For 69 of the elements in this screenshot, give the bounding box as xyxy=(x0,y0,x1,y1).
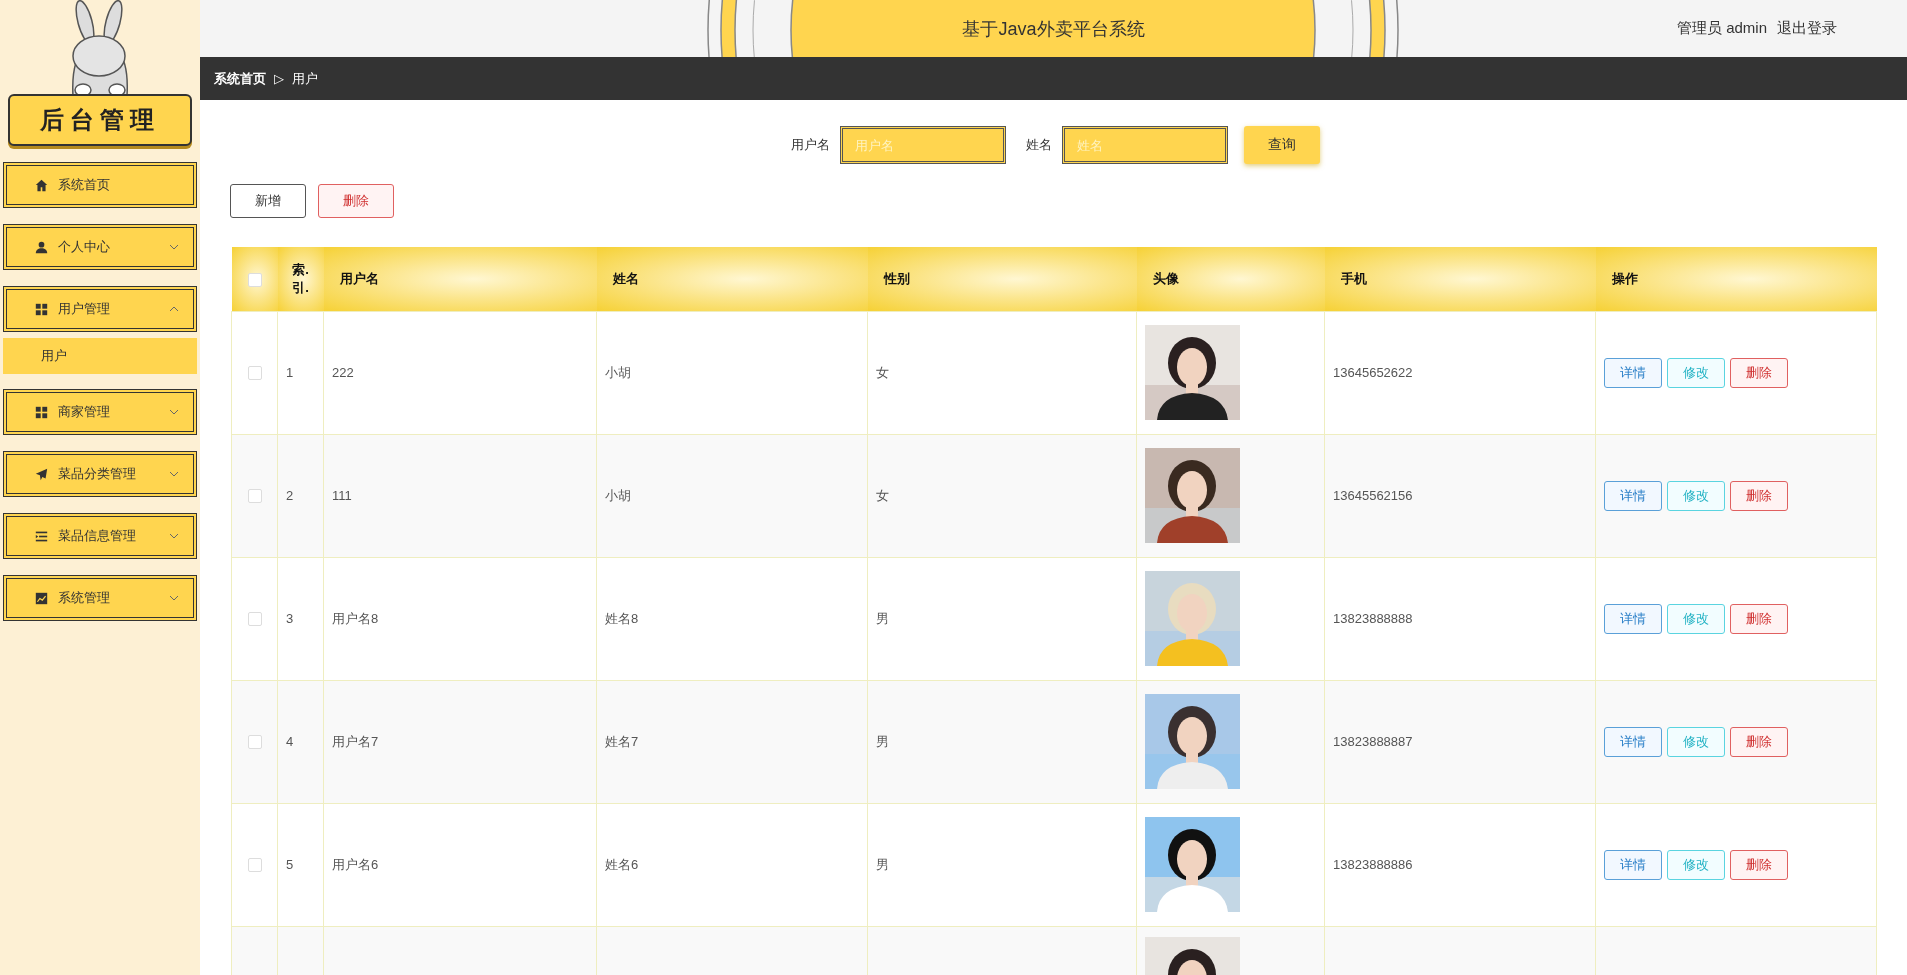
table-cell: 男 xyxy=(876,610,889,626)
table-cell: 13645652622 xyxy=(1333,365,1413,380)
logo-sign: 后台管理 xyxy=(8,94,192,146)
column-header: 索.引. xyxy=(291,260,310,297)
page-title: 基于Java外卖平台系统 xyxy=(962,17,1145,41)
details-button[interactable]: 详情 xyxy=(1604,603,1662,634)
sidebar-menu-item[interactable]: 用户管理 xyxy=(3,286,197,332)
details-button[interactable]: 详情 xyxy=(1604,849,1662,880)
details-button[interactable]: 详情 xyxy=(1604,726,1662,757)
edit-button[interactable]: 修改 xyxy=(1667,726,1725,757)
edit-button[interactable]: 修改 xyxy=(1667,357,1725,388)
column-header: 头像 xyxy=(1152,270,1179,286)
table-cell: 2 xyxy=(286,488,294,503)
add-button[interactable]: 新增 xyxy=(230,184,306,218)
table-cell: 4 xyxy=(286,734,294,749)
table-cell: 男 xyxy=(876,856,889,872)
delete-button[interactable]: 删除 xyxy=(318,184,394,218)
table-cell: 姓名6 xyxy=(605,856,639,872)
table-cell: 5 xyxy=(286,857,294,872)
table-cell: 222 xyxy=(332,365,354,380)
column-header: 操作 xyxy=(1611,270,1638,286)
table-cell: 小胡 xyxy=(605,364,631,380)
column-header: 性别 xyxy=(883,270,910,286)
delete-button[interactable]: 删除 xyxy=(1730,849,1788,880)
table-cell: 小胡 xyxy=(605,487,631,503)
table-cell: 用户名6 xyxy=(332,856,379,872)
breadcrumb-link[interactable]: 系统首页 xyxy=(214,69,266,88)
details-button[interactable]: 详情 xyxy=(1604,480,1662,511)
search-field[interactable]: 姓名 xyxy=(1062,126,1228,164)
sidebar-menu-item[interactable]: 菜品分类管理 xyxy=(3,451,197,497)
table-cell: 3 xyxy=(286,611,294,626)
separator-icon: ▷ xyxy=(274,71,284,86)
sidebar-menu-item[interactable]: 商家管理 xyxy=(3,389,197,435)
search-field[interactable]: 用户名 xyxy=(840,126,1006,164)
table-cell: 姓名8 xyxy=(605,610,639,626)
edit-button[interactable]: 修改 xyxy=(1667,849,1725,880)
breadcrumb-link[interactable]: 用户 xyxy=(292,69,318,88)
table-cell: 用户名7 xyxy=(332,733,379,749)
field-label: 姓名 xyxy=(1026,136,1052,154)
table-cell: 13823888888 xyxy=(1333,611,1413,626)
table-cell: 13823888886 xyxy=(1333,857,1413,872)
table-cell: 13645562156 xyxy=(1333,488,1413,503)
table-cell: 男 xyxy=(876,733,889,749)
delete-button[interactable]: 删除 xyxy=(1730,480,1788,511)
table-cell: 姓名7 xyxy=(605,733,639,749)
table-cell: 用户名8 xyxy=(332,610,379,626)
sidebar-menu-item[interactable]: 个人中心 xyxy=(3,224,197,270)
column-header: 姓名 xyxy=(612,270,639,286)
logout-link[interactable]: 退出登录 xyxy=(1777,19,1837,38)
delete-button[interactable]: 删除 xyxy=(1730,726,1788,757)
details-button[interactable]: 详情 xyxy=(1604,357,1662,388)
user-label: 管理员 admin xyxy=(1676,19,1767,38)
table-cell: 女 xyxy=(876,364,889,380)
column-header: 用户名 xyxy=(339,270,379,286)
delete-button[interactable]: 删除 xyxy=(1730,603,1788,634)
search-button[interactable]: 查询 xyxy=(1244,126,1320,164)
table-cell: 1 xyxy=(286,365,294,380)
delete-button[interactable]: 删除 xyxy=(1730,357,1788,388)
table-cell: 13823888887 xyxy=(1333,734,1413,749)
field-label: 用户名 xyxy=(791,136,830,154)
edit-button[interactable]: 修改 xyxy=(1667,603,1725,634)
sidebar-menu-item[interactable]: 菜品信息管理 xyxy=(3,513,197,559)
table-cell: 111 xyxy=(332,488,352,503)
column-header: 手机 xyxy=(1340,270,1367,286)
submenu-item[interactable]: 用户 xyxy=(3,338,197,374)
sidebar-menu-item[interactable]: 系统首页 xyxy=(3,162,197,208)
edit-button[interactable]: 修改 xyxy=(1667,480,1725,511)
sidebar-menu-item[interactable]: 系统管理 xyxy=(3,575,197,621)
table-cell: 女 xyxy=(876,487,889,503)
